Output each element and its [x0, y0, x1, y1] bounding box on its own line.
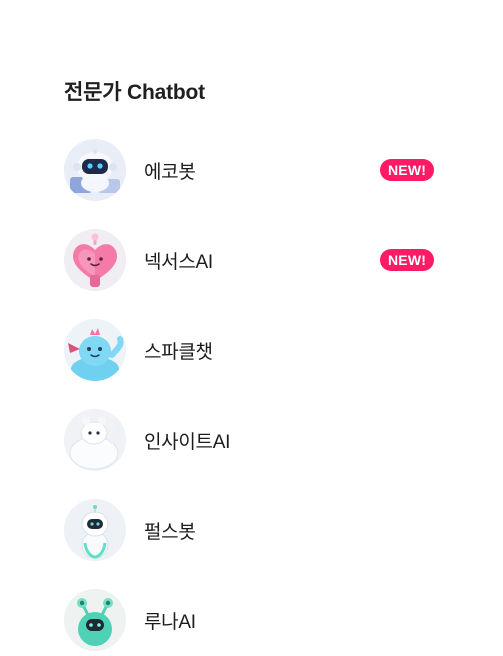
chatbot-name: 펄스봇 — [144, 521, 196, 543]
chatbot-name: 루나AI — [144, 611, 196, 633]
lunaai-teal-alien-icon — [64, 589, 126, 651]
chatbot-item-echobot[interactable]: 에코봇 NEW! — [56, 134, 456, 206]
chatbot-name: 넥서스AI — [144, 251, 213, 273]
chatbot-name: 인사이트AI — [144, 431, 231, 453]
expert-chatbot-panel: 전문가 Chatbot 에코봇 NEW! 넥서스AI NEW! 스파클챗 인사이… — [0, 0, 503, 651]
chatbot-item-insightai[interactable]: 인사이트AI — [56, 404, 456, 476]
chatbot-name: 스파클챗 — [144, 341, 213, 363]
chatbot-item-nexusai[interactable]: 넥서스AI NEW! — [56, 224, 456, 296]
chatbot-list: 에코봇 NEW! 넥서스AI NEW! 스파클챗 인사이트AI 펄스봇 루나AI — [0, 0, 503, 651]
pulsebot-white-robot-icon — [64, 499, 126, 561]
chatbot-item-pulsebot[interactable]: 펄스봇 — [56, 494, 456, 566]
nexusai-pink-heart-icon — [64, 229, 126, 291]
chatbot-name: 에코봇 — [144, 161, 196, 183]
new-badge: NEW! — [380, 249, 435, 271]
echobot-robot-icon — [64, 139, 126, 201]
chatbot-item-lunaai[interactable]: 루나AI — [56, 584, 456, 656]
insightai-white-creature-icon — [64, 409, 126, 471]
chatbot-item-sparklechat[interactable]: 스파클챗 — [56, 314, 456, 386]
new-badge: NEW! — [380, 159, 435, 181]
sparklechat-blue-creature-icon — [64, 319, 126, 381]
